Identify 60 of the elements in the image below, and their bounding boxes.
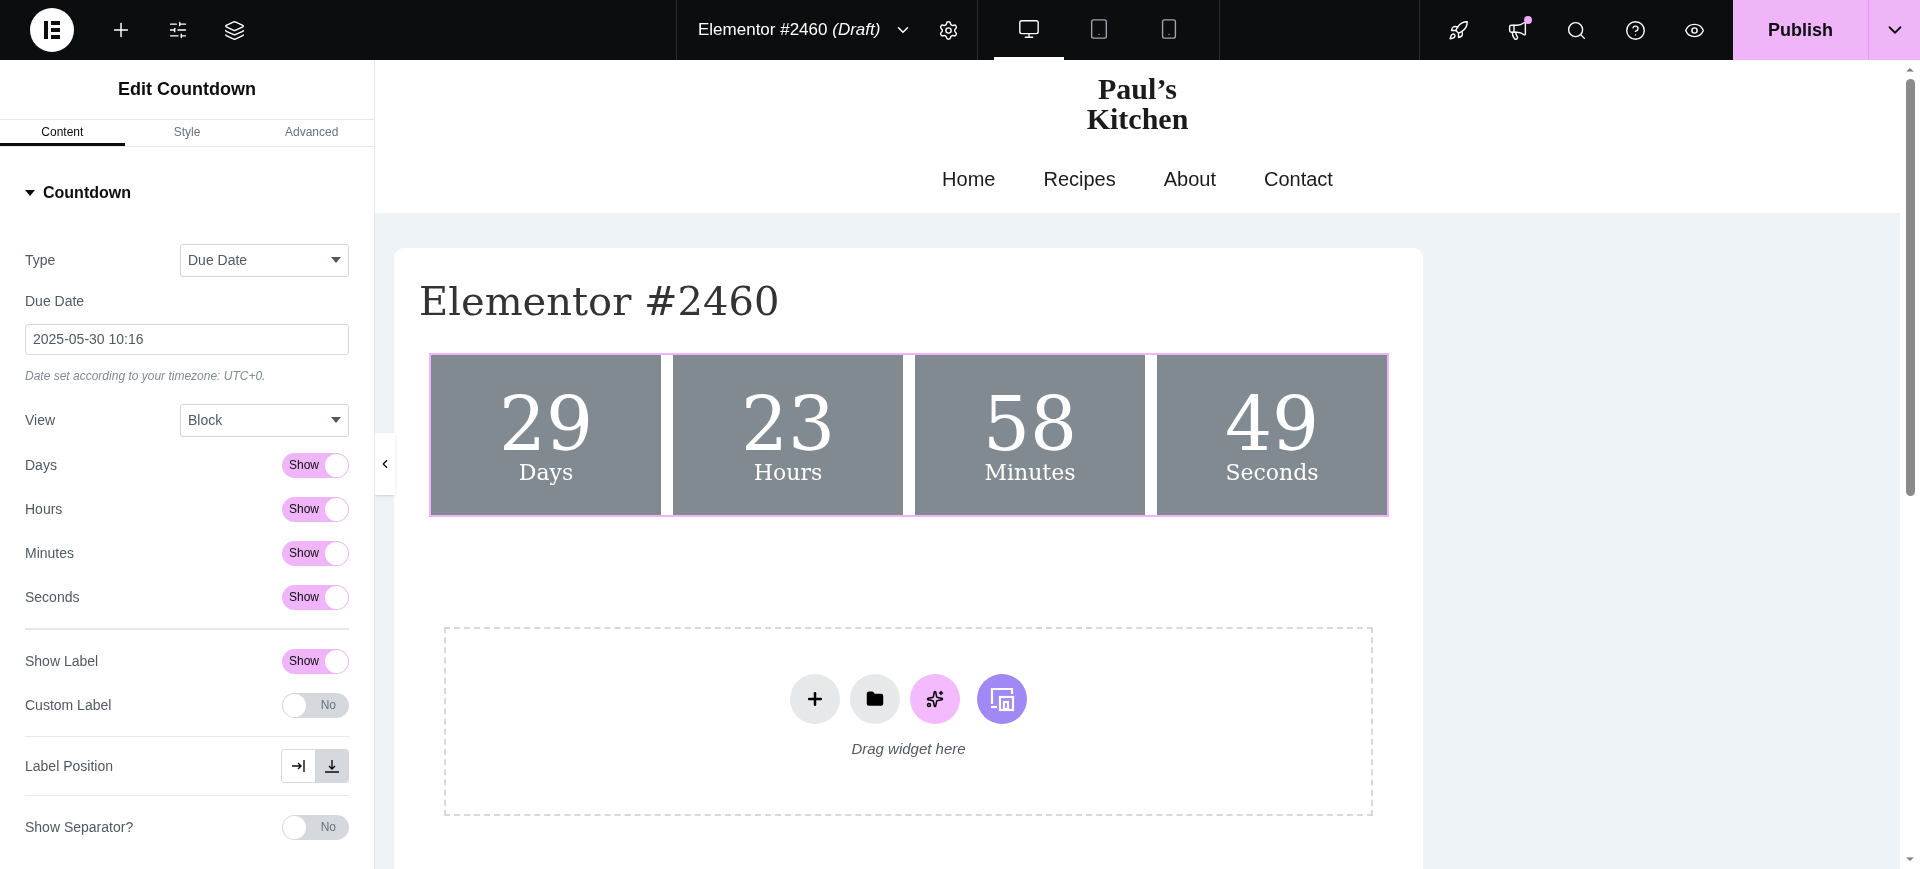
toggle-switch[interactable]: No xyxy=(282,692,349,718)
control-label: Minutes xyxy=(25,543,75,563)
select-field[interactable]: Due Date xyxy=(180,243,349,277)
toggle-switch[interactable]: No xyxy=(282,814,349,840)
panel-tab[interactable]: Advanced xyxy=(249,120,374,146)
panel-title: Edit Countdown xyxy=(118,78,256,101)
document-title-button[interactable]: Elementor #2460 (Draft) xyxy=(698,17,913,43)
control-label: Label Position xyxy=(25,756,113,776)
scrollbar-thumb[interactable] xyxy=(1905,79,1915,496)
arrow-down-to-line-icon xyxy=(324,759,339,773)
sparkles-icon xyxy=(926,690,944,709)
layers-icon[interactable] xyxy=(224,19,245,41)
desktop-icon xyxy=(1018,17,1041,40)
toggle-switch[interactable]: Show xyxy=(282,648,349,674)
search-icon[interactable] xyxy=(1566,19,1587,41)
page-title: Elementor #2460 xyxy=(419,277,781,326)
control-label: Show Label xyxy=(25,651,99,671)
countdown-widget[interactable]: 29 Days 23 Hours 58 Minutes 49 Seconds xyxy=(429,353,1389,517)
sliders-icon[interactable] xyxy=(168,20,188,40)
control-label: Type xyxy=(25,250,56,270)
dropdown-caret-icon xyxy=(331,417,341,423)
caret-icon xyxy=(25,190,35,196)
toggle-switch[interactable]: Show xyxy=(282,540,349,566)
section-header[interactable]: Countdown xyxy=(25,169,131,217)
select-field[interactable]: Block xyxy=(180,403,349,437)
control-label: Days xyxy=(25,455,57,475)
rocket-icon[interactable] xyxy=(1448,19,1469,41)
add-element-button[interactable] xyxy=(790,674,840,725)
nav-link[interactable]: About xyxy=(1163,164,1216,194)
folder-icon xyxy=(866,690,884,709)
dropdown-caret-icon xyxy=(331,257,341,263)
drop-hint: Drag widget here xyxy=(851,739,966,760)
site-logo[interactable]: Paul’s Kitchen xyxy=(1086,74,1189,134)
help-icon[interactable] xyxy=(1625,19,1646,41)
toggle-switch[interactable]: Show xyxy=(282,584,349,610)
publish-button[interactable]: Publish xyxy=(1733,0,1868,60)
responsive-button[interactable] xyxy=(977,674,1027,725)
control-label: Hours xyxy=(25,499,63,519)
arrow-to-bar-icon xyxy=(291,760,306,772)
ai-button[interactable] xyxy=(910,674,960,725)
nav-link[interactable]: Recipes xyxy=(1043,164,1116,194)
nav-link[interactable]: Home xyxy=(942,164,996,194)
toggle-switch[interactable]: Show xyxy=(282,452,349,478)
panel-tab[interactable]: Style xyxy=(124,120,250,146)
add-template-button[interactable] xyxy=(850,674,900,725)
date-input-field[interactable]: 2025-05-30 10:16 xyxy=(25,324,349,355)
control-label: Custom Label xyxy=(25,695,112,715)
control-label: Show Separator? xyxy=(25,817,134,837)
screens-icon xyxy=(988,686,1016,713)
panel-tab[interactable]: Content xyxy=(0,120,125,146)
control-label: View xyxy=(25,410,56,430)
toggle-switch[interactable]: Show xyxy=(282,496,349,522)
help-text: Date set according to your timezone: UTC+0. xyxy=(25,368,267,385)
block-position-button[interactable] xyxy=(315,750,348,782)
control-label: Seconds xyxy=(25,587,80,607)
elementor-logo-icon[interactable] xyxy=(30,8,74,52)
settings-icon[interactable] xyxy=(938,19,960,41)
control-label: Due Date xyxy=(25,292,86,311)
nav-link[interactable]: Contact xyxy=(1263,164,1333,194)
scrollbar[interactable] xyxy=(1900,60,1920,869)
